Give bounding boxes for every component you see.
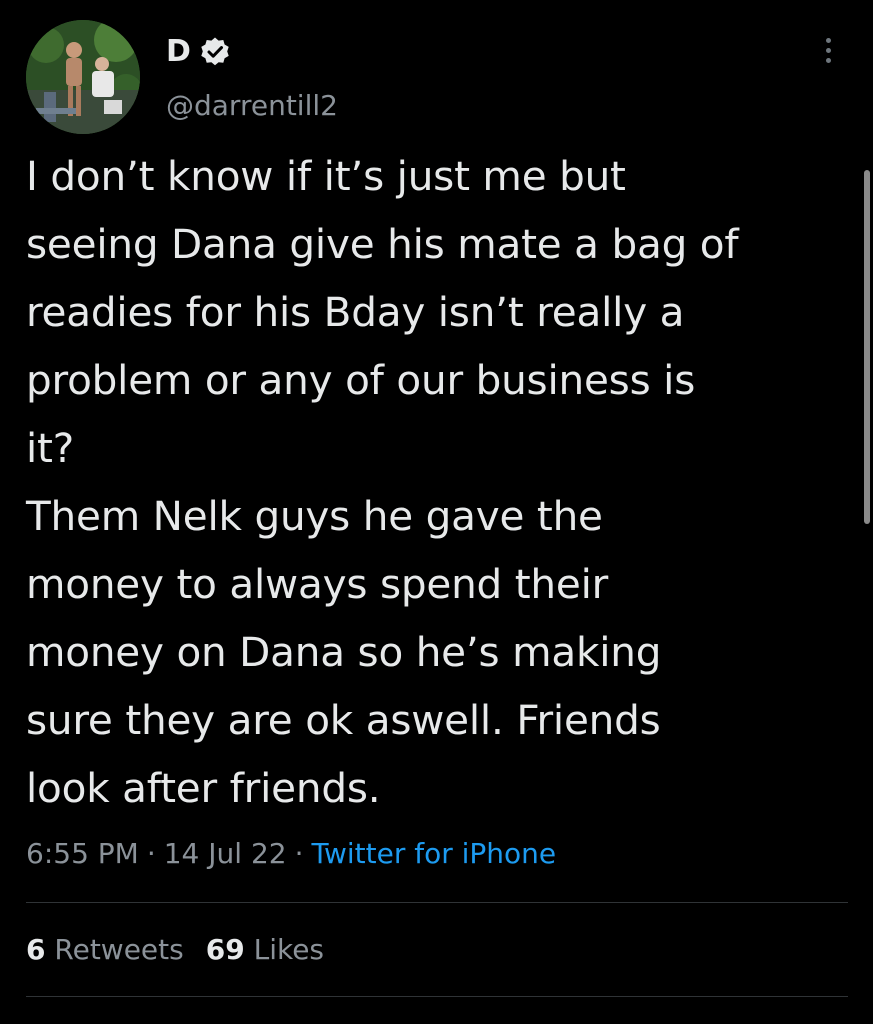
author-name-row[interactable]: D	[166, 30, 231, 74]
display-name[interactable]: D	[166, 30, 191, 74]
meta-separator: ·	[146, 837, 156, 870]
tweet-date[interactable]: 14 Jul 22	[164, 837, 287, 870]
likes-count: 69	[205, 933, 245, 966]
tweet-text: I don’t know if it’s just me but seeing …	[26, 152, 739, 812]
likes-stat[interactable]: 69 Likes	[206, 933, 324, 966]
tweet-source-link[interactable]: Twitter for iPhone	[311, 837, 556, 870]
retweets-stat[interactable]: 6 Retweets	[26, 933, 184, 966]
likes-label: Likes	[253, 933, 325, 966]
tweet-detail: D @darrentill2 I don’t know if it’s just…	[0, 0, 873, 1024]
divider	[26, 996, 848, 997]
avatar-photo	[26, 20, 140, 134]
tweet-time[interactable]: 6:55 PM	[26, 837, 139, 870]
avatar[interactable]	[26, 20, 140, 134]
scrollbar[interactable]	[864, 170, 870, 524]
retweets-label: Retweets	[54, 933, 184, 966]
meta-separator: ·	[294, 837, 304, 870]
tweet-meta: 6:55 PM · 14 Jul 22 · Twitter for iPhone	[26, 834, 556, 874]
verified-badge-icon	[199, 36, 231, 68]
author-handle[interactable]: @darrentill2	[166, 86, 338, 126]
retweets-count: 6	[26, 933, 46, 966]
divider	[26, 902, 848, 903]
more-vertical-icon[interactable]	[816, 38, 840, 72]
tweet-stats: 6 Retweets 69 Likes	[26, 930, 324, 970]
